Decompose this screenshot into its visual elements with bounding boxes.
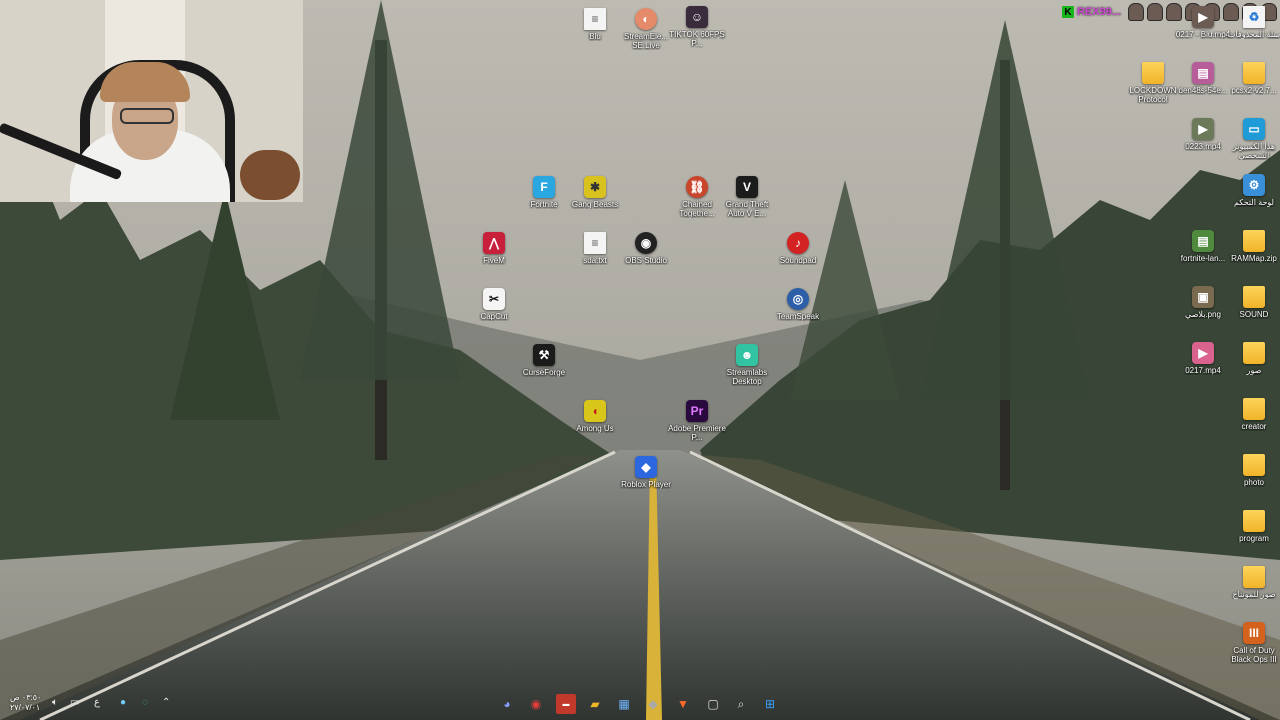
obs-studio-icon: ◉ xyxy=(635,232,657,254)
streamlabs-icon: ☻ xyxy=(736,344,758,366)
webcam-person-glasses xyxy=(120,108,174,124)
folder-icon xyxy=(1243,454,1265,476)
desktop-icon-streamlabs[interactable]: ☻ Streamlabs Desktop xyxy=(717,344,777,386)
fivem-icon: ⋀ xyxy=(483,232,505,254)
desktop-icon-photo[interactable]: photo xyxy=(1224,454,1280,487)
viewer-avatar xyxy=(1147,3,1164,21)
store-icon[interactable]: ▦ xyxy=(614,694,634,714)
desktop-icon-teamspeak[interactable]: ◎ TeamSpeak xyxy=(768,288,828,321)
computer-icon: ▭ xyxy=(1243,118,1265,140)
webcam-guitar xyxy=(240,150,300,200)
webcam-person-hat xyxy=(100,62,190,102)
microphone-icon[interactable]: ● xyxy=(120,697,126,708)
desktop-icon-gang-beasts[interactable]: ✱ Gang Beasts xyxy=(565,176,625,209)
folder-icon xyxy=(1243,510,1265,532)
viewer-avatar xyxy=(1128,3,1145,21)
system-clock[interactable]: ٠٣:٥٠ ص ٢٧/٠٧/٠١ xyxy=(10,693,41,713)
desktop-icon-among-us[interactable]: ◖ Among Us xyxy=(565,400,625,433)
image-file-icon: ▣ xyxy=(1192,286,1214,308)
desktop-icon-montage[interactable]: صور للمونتاج xyxy=(1224,566,1280,599)
archive-icon: ▤ xyxy=(1192,62,1214,84)
capcut-icon: ✂ xyxy=(483,288,505,310)
soundpad-icon: ♪ xyxy=(787,232,809,254)
tiktok-thumbnail-icon: ☺ xyxy=(686,6,708,28)
folder-icon xyxy=(1243,566,1265,588)
chained-together-icon: ⛓ xyxy=(686,176,708,198)
text-file-icon: ≡ xyxy=(584,8,606,30)
control-panel-icon: ⚙ xyxy=(1243,174,1265,196)
streamer-username: REX99... xyxy=(1077,6,1122,18)
folder-icon xyxy=(1142,62,1164,84)
webcam-overlay xyxy=(0,0,303,202)
desktop-icon-fivem[interactable]: ⋀ FiveM xyxy=(464,232,524,265)
desktop-icon-sound[interactable]: SOUND xyxy=(1224,286,1280,319)
fortnite-icon: F xyxy=(533,176,555,198)
zip-folder-icon xyxy=(1243,230,1265,252)
brave-browser-icon[interactable]: ▼ xyxy=(673,694,693,714)
network-icon[interactable]: ◌ xyxy=(142,697,148,708)
video-thumbnail-icon: ▶ xyxy=(1192,6,1214,28)
text-file-icon: ≡ xyxy=(584,232,606,254)
recycle-bin-icon: ♻ xyxy=(1243,6,1265,28)
roblox-icon: ◆ xyxy=(635,456,657,478)
premiere-pro-icon: Pr xyxy=(686,400,708,422)
task-view-icon[interactable]: ▢ xyxy=(703,694,723,714)
desktop-icon-curseforge[interactable]: ⚒ CurseForge xyxy=(514,344,574,377)
call-of-duty-icon: III xyxy=(1243,622,1265,644)
desktop-icon-soundpad[interactable]: ♪ Soundpad xyxy=(768,232,828,265)
clock-time: ٠٣:٥٠ ص xyxy=(10,693,42,702)
desktop-icon-pcsx2[interactable]: pcsx2-v2.7... xyxy=(1224,62,1280,95)
windows-start-icon[interactable]: ⊞ xyxy=(760,694,780,714)
desktop-icon-capcut[interactable]: ✂ CapCut xyxy=(464,288,524,321)
search-icon[interactable]: ⌕ xyxy=(731,694,751,714)
video-thumbnail-icon: ▶ xyxy=(1192,342,1214,364)
discord-taskbar-icon[interactable]: ◕ xyxy=(497,694,517,714)
folder-icon xyxy=(1243,62,1265,84)
desktop-icon-obs[interactable]: ◉ OBS Studio xyxy=(616,232,676,265)
file-explorer-icon[interactable]: ▰ xyxy=(585,694,605,714)
streamer-tool-taskbar-icon[interactable]: ▬ xyxy=(556,694,576,714)
desktop-icon-roblox[interactable]: ◆ Roblox Player xyxy=(616,456,676,489)
chevron-up-icon[interactable]: ⌃ xyxy=(162,697,170,708)
desktop-icon-premiere[interactable]: Pr Adobe Premiere P... xyxy=(667,400,727,442)
kick-logo-icon: K xyxy=(1062,6,1074,18)
folder-icon xyxy=(1243,342,1265,364)
video-thumbnail-icon: ▶ xyxy=(1192,118,1214,140)
folder-icon xyxy=(1243,398,1265,420)
clock-date: ٢٧/٠٧/٠١ xyxy=(10,703,41,712)
archive-icon: ▤ xyxy=(1192,230,1214,252)
desktop-icon-recycle-bin[interactable]: ♻ سلة المحذوفات xyxy=(1224,6,1280,39)
among-us-icon: ◖ xyxy=(584,400,606,422)
desktop-icon-rammap[interactable]: RAMMap.zip xyxy=(1224,230,1280,263)
desktop-icon-this-pc[interactable]: ▭ هذا الكمبيوتر الشخصي xyxy=(1224,118,1280,160)
taskbar xyxy=(0,690,1280,720)
desktop-icon-gta[interactable]: V Grand Theft Auto V E... xyxy=(717,176,777,218)
gang-beasts-icon: ✱ xyxy=(584,176,606,198)
desktop-icon-program[interactable]: program xyxy=(1224,510,1280,543)
obs-taskbar-icon[interactable]: ◉ xyxy=(526,694,546,714)
folder-icon xyxy=(1243,286,1265,308)
display-icon[interactable]: ▭ xyxy=(70,697,79,708)
language-indicator[interactable]: ع xyxy=(94,697,100,708)
app-taskbar-icon[interactable]: ◆ xyxy=(643,694,663,714)
streamelements-icon: ◐ xyxy=(635,8,657,30)
desktop-icon-creator[interactable]: creator xyxy=(1224,398,1280,431)
curseforge-icon: ⚒ xyxy=(533,344,555,366)
gta-v-icon: V xyxy=(736,176,758,198)
desktop-icon-tiktok[interactable]: ☺ TIKTOK 60FPS P... xyxy=(667,6,727,48)
volume-icon[interactable]: 🔈︎ xyxy=(52,697,58,708)
desktop-icon-cod[interactable]: III Call of Duty Black Ops III xyxy=(1224,622,1280,664)
teamspeak-icon: ◎ xyxy=(787,288,809,310)
desktop-icon-pictures[interactable]: صور xyxy=(1224,342,1280,375)
desktop-icon-control-panel[interactable]: ⚙ لوحة التحكم xyxy=(1224,174,1280,207)
